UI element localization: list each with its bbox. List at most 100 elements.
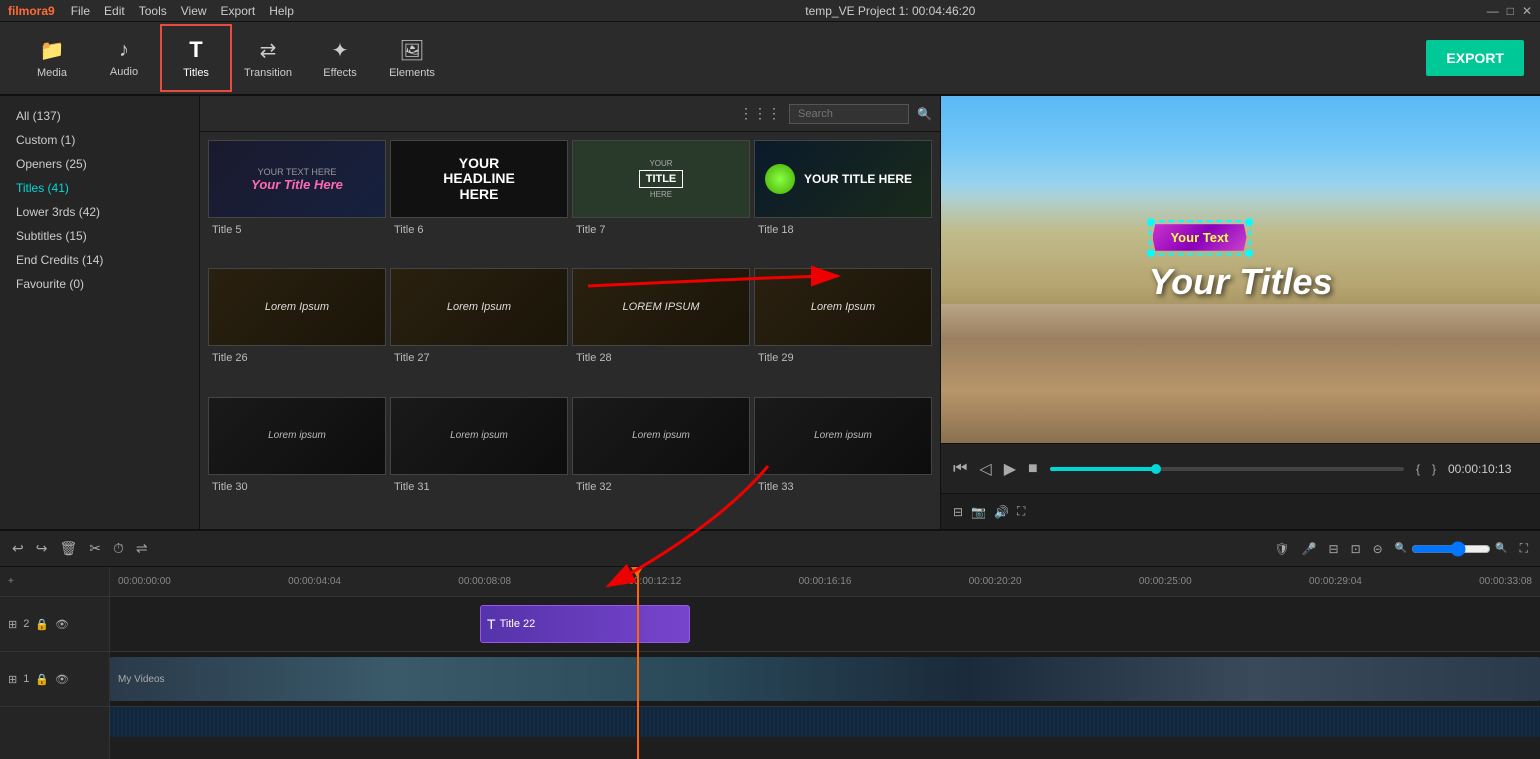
- title-card-7[interactable]: YOUR TITLE HERE Title 7: [572, 140, 750, 264]
- title-card-29[interactable]: Lorem Ipsum Title 29: [754, 268, 932, 392]
- menu-file[interactable]: File: [71, 4, 90, 18]
- fullscreen-timeline-button[interactable]: ⛶: [1520, 541, 1528, 556]
- video-label: My Videos: [118, 674, 165, 685]
- redo-button[interactable]: ↪: [36, 540, 48, 557]
- content-toolbar: ⋮⋮⋮ 🔍: [200, 96, 940, 132]
- title-card-6[interactable]: YOURHEADLINEHERE Title 6: [390, 140, 568, 264]
- close-button[interactable]: ✕: [1522, 4, 1532, 18]
- detach-audio-button[interactable]: ⊟: [1329, 542, 1339, 556]
- screen-size-button[interactable]: ⊟: [953, 505, 963, 519]
- play-back-button[interactable]: ◁: [979, 459, 991, 479]
- title-card-30[interactable]: Lorem ipsum Title 30: [208, 397, 386, 521]
- title-label-30: Title 30: [208, 479, 386, 495]
- sidebar-item-favourite[interactable]: Favourite (0): [0, 272, 199, 296]
- search-input[interactable]: [789, 104, 909, 124]
- delete-button[interactable]: 🗑: [59, 540, 77, 557]
- maximize-button[interactable]: □: [1507, 4, 1514, 18]
- title-card-5[interactable]: YOUR TEXT HERE Your Title Here Title 5: [208, 140, 386, 264]
- sidebar-item-all[interactable]: All (137): [0, 104, 199, 128]
- timeline-toolbar: ↩ ↪ 🗑 ✂ ⏱ ⇌ 🛡 🎤 ⊟ ⊡ ⊝ 🔍 🔍 ⛶: [0, 531, 1540, 567]
- sidebar-item-subtitles[interactable]: Subtitles (15): [0, 224, 199, 248]
- ruler-label: +: [0, 567, 109, 597]
- zoom-slider[interactable]: [1411, 541, 1491, 557]
- title-label-31: Title 31: [390, 479, 568, 495]
- audio-button[interactable]: ♪ Audio: [88, 24, 160, 92]
- grid-view-icon[interactable]: ⋮⋮⋮: [739, 105, 781, 122]
- preview-bottom-bar: ⊟ 📷 🔊 ⛶: [941, 493, 1540, 529]
- title-clip-name: Title 22: [500, 618, 536, 630]
- cut-button[interactable]: ✂: [89, 540, 101, 557]
- title-label-27: Title 27: [390, 350, 568, 366]
- transition-button[interactable]: ⇄ Transition: [232, 24, 304, 92]
- menu-help[interactable]: Help: [269, 4, 294, 18]
- title-clip[interactable]: T Title 22: [480, 605, 690, 643]
- title-label-32: Title 32: [572, 479, 750, 495]
- rewind-button[interactable]: ⏮: [953, 460, 967, 478]
- menu-bar: File Edit Tools View Export Help: [71, 4, 294, 18]
- scene-detect-button[interactable]: ⊡: [1351, 542, 1361, 556]
- title-thumb-33: Lorem ipsum: [754, 397, 932, 475]
- preview-main-text: Your Titles: [1148, 261, 1332, 303]
- mic-button[interactable]: 🎤: [1302, 542, 1317, 556]
- audio-adjust-button[interactable]: ⇌: [136, 540, 148, 557]
- playhead[interactable]: [637, 567, 639, 759]
- track1-lock-icon[interactable]: 🔒: [35, 673, 49, 686]
- volume-button[interactable]: 🔊: [994, 505, 1009, 519]
- track-label-1: ⊞ 1 🔒 👁: [0, 652, 109, 707]
- sidebar-item-custom[interactable]: Custom (1): [0, 128, 199, 152]
- title-card-27[interactable]: Lorem Ipsum Title 27: [390, 268, 568, 392]
- menu-view[interactable]: View: [181, 4, 207, 18]
- title-label-18: Title 18: [754, 222, 932, 238]
- search-icon[interactable]: 🔍: [917, 107, 932, 121]
- track2-lock-icon[interactable]: 🔒: [35, 618, 49, 631]
- screenshot-button[interactable]: 📷: [971, 505, 986, 519]
- title-card-31[interactable]: Lorem ipsum Title 31: [390, 397, 568, 521]
- transition-icon: ⇄: [260, 38, 277, 63]
- fullscreen-button[interactable]: ⛶: [1017, 504, 1025, 519]
- speed-button[interactable]: ⊝: [1373, 542, 1383, 556]
- title-thumb-6: YOURHEADLINEHERE: [390, 140, 568, 218]
- title-card-32[interactable]: Lorem ipsum Title 32: [572, 397, 750, 521]
- progress-handle: [1151, 464, 1161, 474]
- title-label-5: Title 5: [208, 222, 386, 238]
- sidebar-item-titles[interactable]: Titles (41): [0, 176, 199, 200]
- preview-controls: ⏮ ◁ ▶ ■ { } 00:00:10:13: [941, 443, 1540, 493]
- title-card-28[interactable]: LOREM IPSUM Title 28: [572, 268, 750, 392]
- mark-in-button[interactable]: 🛡: [1274, 542, 1289, 556]
- audio-wave: [110, 707, 1540, 737]
- sidebar-item-lower3rds[interactable]: Lower 3rds (42): [0, 200, 199, 224]
- track1-eye-icon[interactable]: 👁: [55, 673, 69, 686]
- content-panel: ⋮⋮⋮ 🔍 YOUR TEXT HERE Your Title Here Tit…: [200, 96, 940, 529]
- sidebar-item-endcredits[interactable]: End Credits (14): [0, 248, 199, 272]
- title-card-26[interactable]: Lorem Ipsum Title 26: [208, 268, 386, 392]
- progress-bar[interactable]: [1050, 467, 1404, 471]
- titles-button[interactable]: T Titles: [160, 24, 232, 92]
- preview-title-overlay: Your Text Your Titles: [1148, 220, 1332, 303]
- menu-tools[interactable]: Tools: [139, 4, 167, 18]
- title-label-33: Title 33: [754, 479, 932, 495]
- title-card-33[interactable]: Lorem ipsum Title 33: [754, 397, 932, 521]
- title-thumb-26: Lorem Ipsum: [208, 268, 386, 346]
- sidebar-item-openers[interactable]: Openers (25): [0, 152, 199, 176]
- bracket-right: }: [1432, 462, 1436, 476]
- track2-eye-icon[interactable]: 👁: [55, 618, 69, 631]
- export-button[interactable]: EXPORT: [1426, 40, 1524, 76]
- minimize-button[interactable]: —: [1487, 4, 1499, 18]
- effects-button[interactable]: ✦ Effects: [304, 24, 376, 92]
- window-controls: — □ ✕: [1487, 4, 1532, 18]
- title-card-18[interactable]: YOUR TITLE HERE Title 18: [754, 140, 932, 264]
- preview-panel: Your Text Your Titles ⏮ ◁ ▶ ■ { } 00:00:…: [940, 96, 1540, 529]
- media-button[interactable]: 📁 Media: [16, 24, 88, 92]
- menu-export[interactable]: Export: [221, 4, 256, 18]
- stop-button[interactable]: ■: [1028, 460, 1038, 478]
- play-button[interactable]: ▶: [1004, 459, 1016, 479]
- menu-edit[interactable]: Edit: [104, 4, 125, 18]
- audio-track: [110, 707, 1540, 737]
- timecode-button[interactable]: ⏱: [113, 540, 124, 557]
- title-label-26: Title 26: [208, 350, 386, 366]
- elements-button[interactable]: 🖼 Elements: [376, 24, 448, 92]
- title-thumb-30: Lorem ipsum: [208, 397, 386, 475]
- title-label-29: Title 29: [754, 350, 932, 366]
- app-logo: filmora9: [8, 4, 55, 18]
- undo-button[interactable]: ↩: [12, 540, 24, 557]
